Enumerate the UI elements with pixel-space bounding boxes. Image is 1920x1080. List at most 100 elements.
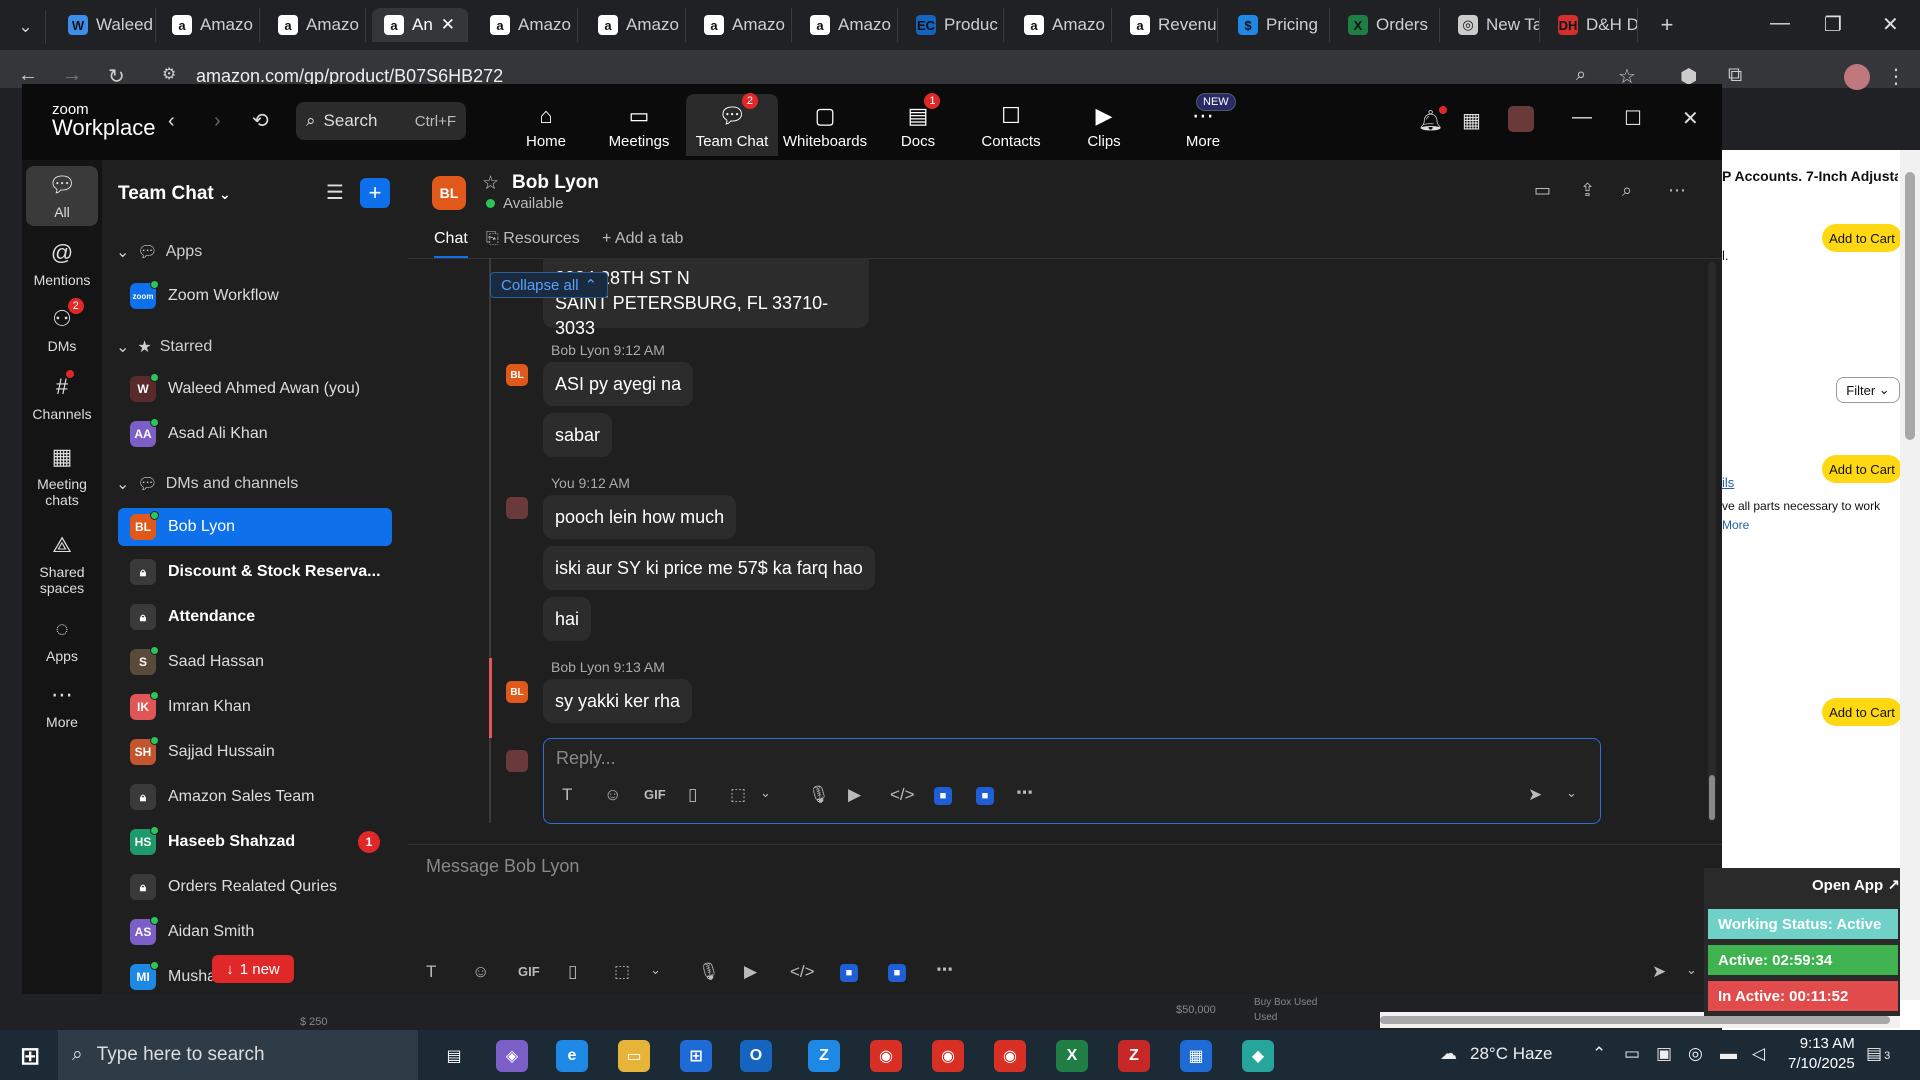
sidebar-item-amazon-sales-team[interactable]: 🔒︎ Amazon Sales Team <box>118 778 392 816</box>
browser-tab[interactable]: a Amazo <box>586 8 686 42</box>
rail-item-apps[interactable]: ◌ Apps <box>26 616 98 664</box>
minimize-browser-button[interactable]: — <box>1770 12 1790 35</box>
history-icon[interactable]: ⟲ <box>252 108 269 133</box>
rail-item-all[interactable]: 💬︎ All <box>26 166 98 226</box>
sidebar-item-attendance[interactable]: 🔒︎ Attendance <box>118 598 392 636</box>
chrome-icon[interactable]: ◉ <box>932 1040 964 1072</box>
copilot-icon[interactable]: ◈ <box>496 1040 528 1072</box>
browser-tab[interactable]: a Amazo <box>1012 8 1112 42</box>
browser-tab[interactable]: DH D&H D <box>1546 8 1638 42</box>
rail-item-channels[interactable]: # Channels <box>26 370 98 422</box>
sidebar-item-haseeb-shahzad[interactable]: HS Haseeb Shahzad 1 <box>118 823 392 861</box>
chevron-down-icon[interactable]: ⌄ <box>1686 962 1697 978</box>
zoom-search-box[interactable]: ⌕ Search Ctrl+F <box>296 102 466 140</box>
forward-nav-icon[interactable]: › <box>214 110 221 133</box>
new-chat-button[interactable]: + <box>360 178 390 208</box>
sidebar-item-saad-hassan[interactable]: S Saad Hassan <box>118 643 392 681</box>
sidebar-item-imran-khan[interactable]: IK Imran Khan <box>118 688 392 726</box>
windows-start-icon[interactable]: ⊞ <box>14 1040 46 1072</box>
sidebar-item-waleed-ahmed-awan-you[interactable]: W Waleed Ahmed Awan (you) <box>118 370 392 408</box>
section-dms[interactable]: ⌄ 💬︎ DMs and channels <box>116 474 298 494</box>
back-nav-icon[interactable]: ‹ <box>168 110 175 133</box>
tray-app-icon[interactable]: ▣ <box>1656 1044 1672 1064</box>
close-browser-button[interactable]: ✕ <box>1882 12 1899 37</box>
app-icon-2[interactable]: ■ <box>976 787 994 805</box>
browser-tab[interactable]: X Orders <box>1336 8 1440 42</box>
taskbar-search[interactable]: ⌕ Type here to search <box>58 1030 418 1080</box>
contact-name[interactable]: Bob Lyon <box>512 172 599 194</box>
emoji-icon[interactable]: ☺ <box>472 962 489 982</box>
calendar-icon[interactable]: ▦ <box>1462 108 1481 133</box>
browser-tab[interactable]: EC Produc <box>904 8 1004 42</box>
page-scrollbar-thumb[interactable] <box>1905 172 1915 440</box>
sender-avatar[interactable]: BL <box>506 364 528 386</box>
video-message-icon[interactable]: ▶ <box>848 785 861 805</box>
more-options-icon[interactable]: ⋯ <box>1668 180 1686 201</box>
new-tab-button[interactable]: + <box>1652 8 1682 42</box>
task-view-icon[interactable]: ▤ <box>438 1040 470 1072</box>
tab-add[interactable]: + Add a tab <box>602 230 683 248</box>
profile-avatar[interactable] <box>1844 64 1870 90</box>
search-icon[interactable]: ⌕ <box>1622 180 1632 201</box>
rail-item-shared[interactable]: ⟁ Shared spaces <box>26 532 98 596</box>
site-info-icon[interactable]: ⚙ <box>162 64 176 84</box>
gif-button[interactable]: GIF <box>644 787 666 802</box>
browser-tab[interactable]: a Amazo <box>798 8 898 42</box>
app-icon[interactable]: ◆ <box>1242 1040 1274 1072</box>
sidebar-item-orders-realated-quries[interactable]: 🔒︎ Orders Realated Quries <box>118 868 392 906</box>
sender-avatar[interactable]: BL <box>506 681 528 703</box>
browser-tab[interactable]: a Amazo <box>478 8 578 42</box>
chevron-down-icon[interactable]: ⌄ <box>1566 785 1577 801</box>
page-hscrollbar-thumb[interactable] <box>1380 1016 1890 1024</box>
edge-icon[interactable]: e <box>556 1040 588 1072</box>
tray-app-icon[interactable]: ◎ <box>1688 1044 1703 1064</box>
file-icon[interactable]: ▯ <box>688 785 697 805</box>
browser-tab[interactable]: ◎ New Ta <box>1446 8 1540 42</box>
new-messages-pill[interactable]: ↓ 1 new <box>212 955 294 983</box>
see-more-link[interactable]: More <box>1722 518 1749 532</box>
contact-avatar[interactable]: BL <box>432 176 466 210</box>
topnav-docs[interactable]: ▤ 1 Docs <box>872 93 964 156</box>
filter-icon[interactable]: ☰ <box>326 180 344 205</box>
sidebar-item-aidan-smith[interactable]: AS Aidan Smith <box>118 913 392 951</box>
app-icon-1[interactable]: ■ <box>934 787 952 805</box>
topnav-home[interactable]: ⌂ Home <box>500 94 592 156</box>
section-starred[interactable]: ⌄ ★ Starred <box>116 337 212 357</box>
zoom-page-icon[interactable]: ⌕ <box>1576 64 1586 85</box>
app-icon-1[interactable]: ■ <box>840 964 858 982</box>
topnav-whiteboards[interactable]: ▢ Whiteboards <box>779 94 871 156</box>
my-avatar[interactable] <box>506 497 528 519</box>
chat-scrollbar-thumb[interactable] <box>1709 775 1715 820</box>
browser-tab[interactable]: a Amazo <box>266 8 366 42</box>
message-bubble[interactable]: sabar <box>543 413 613 457</box>
rail-item-meeting[interactable]: ▦ Meeting chats <box>26 444 98 508</box>
details-link[interactable]: ils <box>1722 475 1734 490</box>
message-bubble[interactable]: iski aur SY ki price me 57$ ka farq hao <box>543 546 875 590</box>
browser-tab[interactable]: a Amazo <box>692 8 792 42</box>
message-bubble[interactable]: pooch lein how much <box>543 495 737 539</box>
volume-icon[interactable]: ◁ <box>1752 1044 1765 1064</box>
message-bubble[interactable]: sy yakki ker rha <box>543 679 693 723</box>
section-apps[interactable]: ⌄ 💬︎ Apps <box>116 242 202 262</box>
extensions-puzzle-icon[interactable]: ⧉ <box>1728 64 1742 87</box>
emoji-icon[interactable]: ☺ <box>604 785 621 805</box>
team-chat-title[interactable]: Team Chat ⌄ <box>118 183 231 205</box>
tray-app-icon[interactable]: ▭ <box>1624 1044 1640 1064</box>
battery-icon[interactable]: ▬ <box>1720 1044 1737 1064</box>
calculator-icon[interactable]: ▦ <box>1180 1040 1212 1072</box>
sidebar-item-bob-lyon[interactable]: BL Bob Lyon <box>118 508 392 546</box>
reply-box[interactable] <box>543 738 1601 824</box>
sidebar-item-zoom-workflow[interactable]: zoom Zoom Workflow <box>118 277 392 315</box>
weather-text[interactable]: 28°C Haze <box>1470 1044 1552 1064</box>
video-message-icon[interactable]: ▶ <box>744 962 757 982</box>
user-avatar[interactable] <box>1508 106 1534 132</box>
file-icon[interactable]: ▯ <box>568 962 577 982</box>
rail-item-more[interactable]: ⋯ More <box>26 682 98 730</box>
browser-menu-icon[interactable]: ⋮ <box>1886 64 1906 89</box>
screenshot-icon[interactable]: ⬚ <box>614 962 630 982</box>
send-icon[interactable]: ➤ <box>1652 962 1666 982</box>
video-call-icon[interactable]: ▭ <box>1534 180 1551 201</box>
topnav-clips[interactable]: ▶ Clips <box>1058 94 1150 156</box>
text-format-icon[interactable]: T <box>426 962 436 982</box>
notification-center-icon[interactable]: ▤ 3 <box>1866 1044 1890 1064</box>
